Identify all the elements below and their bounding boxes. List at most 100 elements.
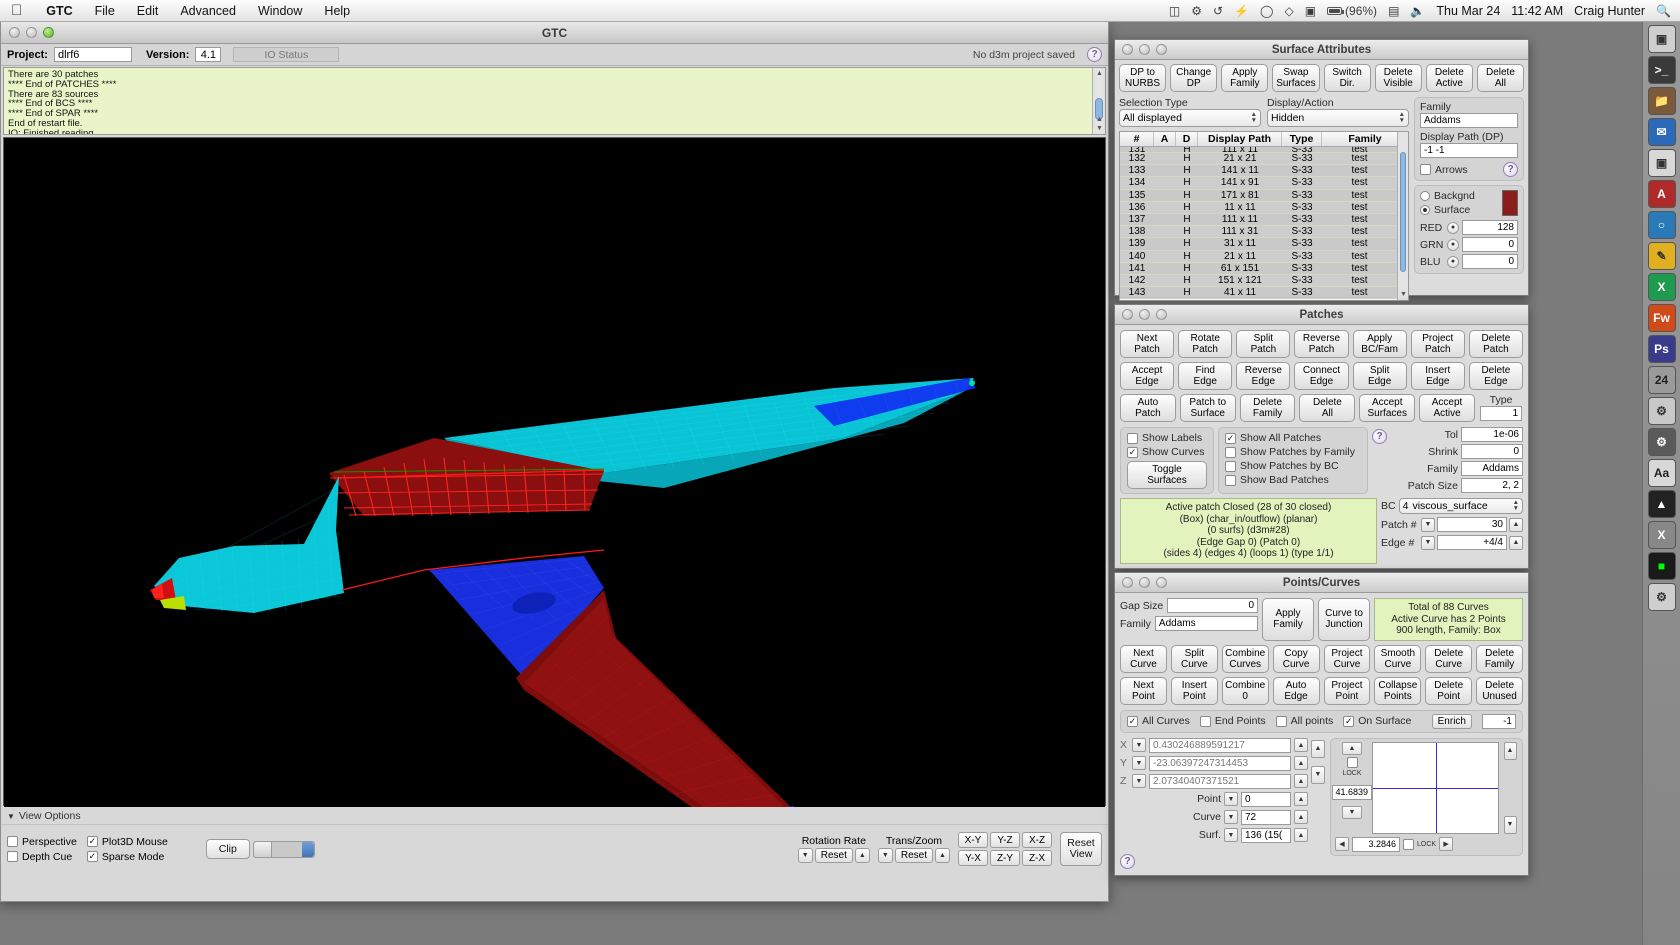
timemachine-icon[interactable]: ↺	[1213, 4, 1223, 18]
clip-control[interactable]: Clip	[205, 839, 315, 859]
patches-delete-patch-button[interactable]: Delete Patch	[1468, 330, 1523, 358]
patches-apply-bc-fam-button[interactable]: Apply BC/Fam	[1352, 330, 1407, 358]
points-combine-0-button[interactable]: Combine 0	[1221, 676, 1269, 705]
patches-reverse-patch-button[interactable]: Reverse Patch	[1294, 330, 1349, 358]
pad-crosshair-area[interactable]	[1372, 741, 1499, 834]
dock-icon-textedit[interactable]: Aa	[1647, 459, 1676, 487]
color-swatch[interactable]	[1502, 190, 1518, 216]
red-value[interactable]: 128	[1462, 220, 1518, 235]
grn-stepper-icon[interactable]: ●	[1447, 238, 1459, 251]
minimize-icon[interactable]	[1139, 44, 1150, 55]
display-icon[interactable]: ◫	[1169, 4, 1180, 18]
dock-icon-excel[interactable]: X	[1647, 273, 1676, 301]
minimize-icon[interactable]	[26, 27, 37, 38]
blu-value[interactable]: 0	[1462, 254, 1518, 269]
bluetooth-icon[interactable]: ⚙	[1191, 4, 1202, 18]
dock-icon-pdf[interactable]: A	[1647, 180, 1676, 208]
pad-down-button[interactable]: ▼	[1342, 805, 1362, 819]
pad-left-button[interactable]: ◀	[1335, 837, 1349, 851]
patches-accept-active-button[interactable]: Accept Active	[1419, 394, 1475, 422]
on-surface-checkbox[interactable]: ✓	[1343, 715, 1355, 727]
points-project-point-button[interactable]: Project Point	[1323, 676, 1371, 705]
patches-accept-edge-button[interactable]: Accept Edge	[1120, 362, 1175, 390]
dock-icon-notes[interactable]: ✎	[1647, 242, 1676, 270]
patches-accept-surfaces-button[interactable]: Accept Surfaces	[1359, 394, 1416, 422]
curves-split-curve-button[interactable]: Split Curve	[1170, 644, 1218, 673]
apple-menu-icon[interactable]: 	[0, 3, 35, 18]
dock-icon-ps[interactable]: Ps	[1647, 335, 1676, 363]
edge-num-decrement[interactable]: ▼	[1421, 535, 1435, 550]
toggle-surfaces-button[interactable]: Toggle Surfaces	[1127, 461, 1207, 489]
curves-project-curve-button[interactable]: Project Curve	[1323, 644, 1371, 673]
energy-icon[interactable]: ⚡	[1234, 4, 1249, 18]
dock-icon-fw[interactable]: Fw	[1647, 304, 1676, 332]
point-value[interactable]: 0	[1241, 791, 1291, 807]
lock-v-checkbox[interactable]	[1346, 756, 1358, 768]
checkbox-depth-cue-box[interactable]	[7, 851, 18, 862]
display-action-dropdown[interactable]: Hidden ▲ ▼	[1267, 109, 1409, 127]
delete-active-button[interactable]: Delete Active	[1425, 64, 1473, 92]
points-next-point-button[interactable]: Next Point	[1120, 676, 1167, 705]
chevron-down-icon[interactable]: ▼	[7, 812, 15, 821]
menu-item-edit[interactable]: Edit	[126, 4, 170, 18]
points-delete-unused-button[interactable]: Delete Unused	[1476, 676, 1523, 705]
patches-patch-to-surface-button[interactable]: Patch to Surface	[1179, 394, 1236, 422]
patches-delete-family-button[interactable]: Delete Family	[1239, 394, 1296, 422]
menubar-user[interactable]: Craig Hunter	[1574, 4, 1645, 18]
surf-decrement[interactable]: ▼	[1224, 828, 1238, 842]
pc-family-input[interactable]: Addams	[1154, 616, 1258, 631]
apply-family-button[interactable]: Apply Family	[1221, 64, 1269, 92]
all-points-checkbox[interactable]	[1275, 715, 1287, 727]
reset-view-button[interactable]: Reset View	[1060, 832, 1102, 866]
table-row[interactable]: 134 H 141 x 91 S-33 test	[1120, 177, 1408, 190]
axis-button-zy[interactable]: Z-Y	[990, 850, 1020, 866]
dock-icon-console[interactable]: ■	[1647, 552, 1676, 580]
patches-project-patch-button[interactable]: Project Patch	[1410, 330, 1465, 358]
delete-all-button[interactable]: Delete All	[1476, 64, 1524, 92]
patches-delete-edge-button[interactable]: Delete Edge	[1468, 362, 1523, 390]
table-row[interactable]: 136 H 11 x 11 S-33 test	[1120, 201, 1408, 214]
blu-stepper-icon[interactable]: ●	[1447, 255, 1459, 268]
dock-icon-mail[interactable]: ✉	[1647, 118, 1676, 146]
point-increment[interactable]: ▲	[1294, 792, 1308, 806]
table-row[interactable]: 138 H 111 x 31 S-33 test	[1120, 226, 1408, 239]
axis-button-xz[interactable]: X-Z	[1022, 832, 1052, 848]
clip-slider-fill[interactable]	[301, 841, 314, 857]
edge-num-value[interactable]: +4/4	[1437, 535, 1507, 550]
chat-icon[interactable]: ◯	[1260, 4, 1273, 18]
table-row[interactable]: 132 H 21 x 21 S-33 test	[1120, 153, 1408, 166]
scroll-down-icon-2[interactable]: ▼	[1096, 125, 1103, 132]
patch-num-value[interactable]: 30	[1437, 517, 1507, 532]
vertical-value[interactable]: 41.6839	[1332, 784, 1372, 800]
y-increment[interactable]: ▲	[1294, 756, 1308, 770]
patches-insert-edge-button[interactable]: Insert Edge	[1410, 362, 1465, 390]
points-auto-edge-button[interactable]: Auto Edge	[1272, 676, 1320, 705]
surfaces-table-scrollbar[interactable]: ▼	[1397, 132, 1408, 300]
show-bad-patches-checkbox[interactable]	[1225, 474, 1236, 486]
gap-size-input[interactable]: 0	[1167, 598, 1258, 613]
surfaces-scroll-thumb[interactable]	[1400, 152, 1406, 272]
point-decrement[interactable]: ▼	[1224, 792, 1238, 806]
eject-icon[interactable]: ▣	[1305, 4, 1316, 18]
show-labels-checkbox[interactable]	[1127, 432, 1138, 444]
arrows-checkbox[interactable]	[1420, 164, 1431, 175]
curves-copy-curve-button[interactable]: Copy Curve	[1272, 644, 1320, 673]
zoom-icon[interactable]	[43, 27, 54, 38]
menu-item-window[interactable]: Window	[247, 4, 313, 18]
curve-value[interactable]: 72	[1241, 809, 1291, 825]
x-value[interactable]: 0.430246889591217	[1149, 737, 1291, 753]
minimize-icon[interactable]	[1139, 309, 1150, 320]
zoom-icon[interactable]	[1156, 577, 1167, 588]
dock-icon-preview[interactable]: ▣	[1647, 149, 1676, 177]
patches-titlebar[interactable]: Patches	[1115, 305, 1528, 325]
dock-icon-trash[interactable]: ⚙	[1647, 583, 1676, 611]
version-input[interactable]: 4.1	[195, 47, 222, 62]
trans-zoom-up[interactable]: ▲	[935, 848, 950, 863]
table-row[interactable]: 135 H 171 x 81 S-33 test	[1120, 189, 1408, 202]
help-button[interactable]: ?	[1087, 47, 1102, 62]
y-decrement[interactable]: ▼	[1132, 756, 1146, 770]
rotation-rate-reset[interactable]: Reset	[814, 848, 853, 863]
curve-to-junction-button[interactable]: Curve to Junction	[1318, 598, 1370, 641]
close-icon[interactable]	[1122, 309, 1133, 320]
curves-smooth-curve-button[interactable]: Smooth Curve	[1374, 644, 1422, 673]
